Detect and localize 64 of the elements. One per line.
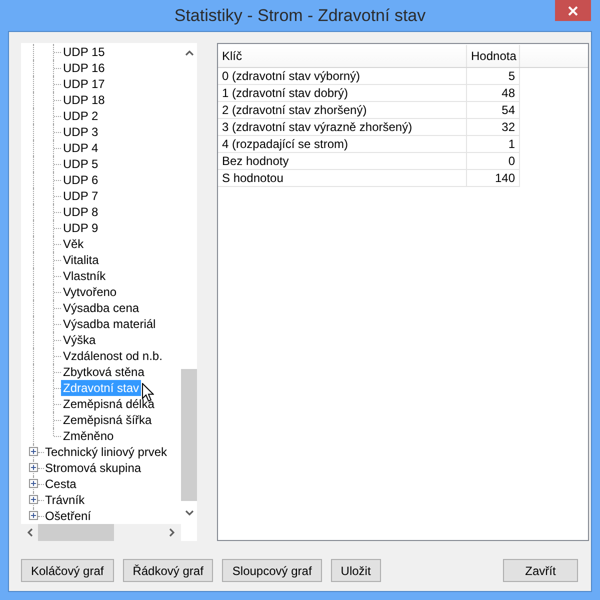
- scroll-left-icon[interactable]: [27, 528, 33, 537]
- tree-item[interactable]: Vzdálenost od n.b.: [61, 348, 164, 364]
- tree-item[interactable]: UDP 6: [61, 172, 100, 188]
- table-cell: 1 (zdravotní stav dobrý): [218, 85, 467, 102]
- close-button[interactable]: [555, 0, 591, 21]
- table-cell: 48: [467, 85, 520, 102]
- tree-item[interactable]: Výsadba materiál: [61, 316, 158, 332]
- tree-item[interactable]: Výška: [61, 332, 98, 348]
- tree-item[interactable]: Zeměpisná délka: [61, 396, 156, 412]
- tree-item[interactable]: Zeměpisná šířka: [61, 412, 154, 428]
- expand-icon[interactable]: [29, 479, 38, 488]
- table-cell: 5: [467, 68, 520, 85]
- expand-icon[interactable]: [29, 463, 38, 472]
- table-cell: 1: [467, 136, 520, 153]
- table-cell: 4 (rozpadající se strom): [218, 136, 467, 153]
- tree-item[interactable]: Cesta: [43, 476, 78, 492]
- tree-item[interactable]: Vlastník: [61, 268, 108, 284]
- tree-item[interactable]: Trávník: [43, 492, 87, 508]
- table-cell: Bez hodnoty: [218, 153, 467, 170]
- tree-item[interactable]: UDP 8: [61, 204, 100, 220]
- table-cell: 0 (zdravotní stav výborný): [218, 68, 467, 85]
- tree-item[interactable]: Vytvořeno: [61, 284, 119, 300]
- expand-icon[interactable]: [29, 447, 38, 456]
- tree-item[interactable]: Technický liniový prvek: [43, 444, 170, 460]
- tree-item[interactable]: UDP 9: [61, 220, 100, 236]
- column-header[interactable]: Hodnota: [467, 45, 520, 67]
- table-cell: 2 (zdravotní stav zhoršený): [218, 102, 467, 119]
- close-icon: [568, 6, 578, 16]
- tree-item[interactable]: Změněno: [61, 428, 116, 444]
- column-header[interactable]: Klíč: [218, 45, 467, 67]
- tree-item[interactable]: UDP 5: [61, 156, 100, 172]
- close-dialog-button[interactable]: Zavřít: [503, 559, 578, 582]
- tree-item[interactable]: Výsadba cena: [61, 300, 142, 316]
- tree-item[interactable]: Stromová skupina: [43, 460, 144, 476]
- table-cell: 32: [467, 119, 520, 136]
- tree-item[interactable]: Zbytková stěna: [61, 364, 146, 380]
- tree-item[interactable]: UDP 18: [61, 92, 107, 108]
- dialog-button[interactable]: Koláčový graf: [21, 559, 114, 582]
- scroll-down-icon[interactable]: [185, 510, 194, 516]
- table-cell: 54: [467, 102, 520, 119]
- tree-item[interactable]: UDP 4: [61, 140, 100, 156]
- table-cell: S hodnotou: [218, 170, 467, 187]
- expand-icon[interactable]: [29, 511, 38, 520]
- tree-item[interactable]: UDP 7: [61, 188, 100, 204]
- dialog-button[interactable]: Sloupcový graf: [222, 559, 322, 582]
- scroll-thumb[interactable]: [38, 524, 114, 541]
- window-title: Statistiky - Strom - Zdravotní stav: [174, 6, 426, 26]
- scroll-right-icon[interactable]: [169, 528, 175, 537]
- tree-item[interactable]: UDP 2: [61, 108, 100, 124]
- scroll-up-icon[interactable]: [185, 50, 194, 56]
- table-cell: 3 (zdravotní stav výrazně zhoršený): [218, 119, 467, 136]
- tree-item[interactable]: UDP 15: [61, 44, 107, 60]
- tree-item[interactable]: UDP 17: [61, 76, 107, 92]
- tree-item[interactable]: Ošetření: [43, 508, 94, 524]
- table-cell: 140: [467, 170, 520, 187]
- table-cell: 0: [467, 153, 520, 170]
- tree-item[interactable]: Vitalita: [61, 252, 101, 268]
- scroll-thumb[interactable]: [181, 369, 197, 501]
- tree-item[interactable]: UDP 3: [61, 124, 100, 140]
- tree-item[interactable]: Věk: [61, 236, 86, 252]
- dialog-button[interactable]: Řádkový graf: [122, 559, 214, 582]
- expand-icon[interactable]: [29, 495, 38, 504]
- tree-item[interactable]: UDP 16: [61, 60, 107, 76]
- dialog-button[interactable]: Uložit: [330, 559, 381, 582]
